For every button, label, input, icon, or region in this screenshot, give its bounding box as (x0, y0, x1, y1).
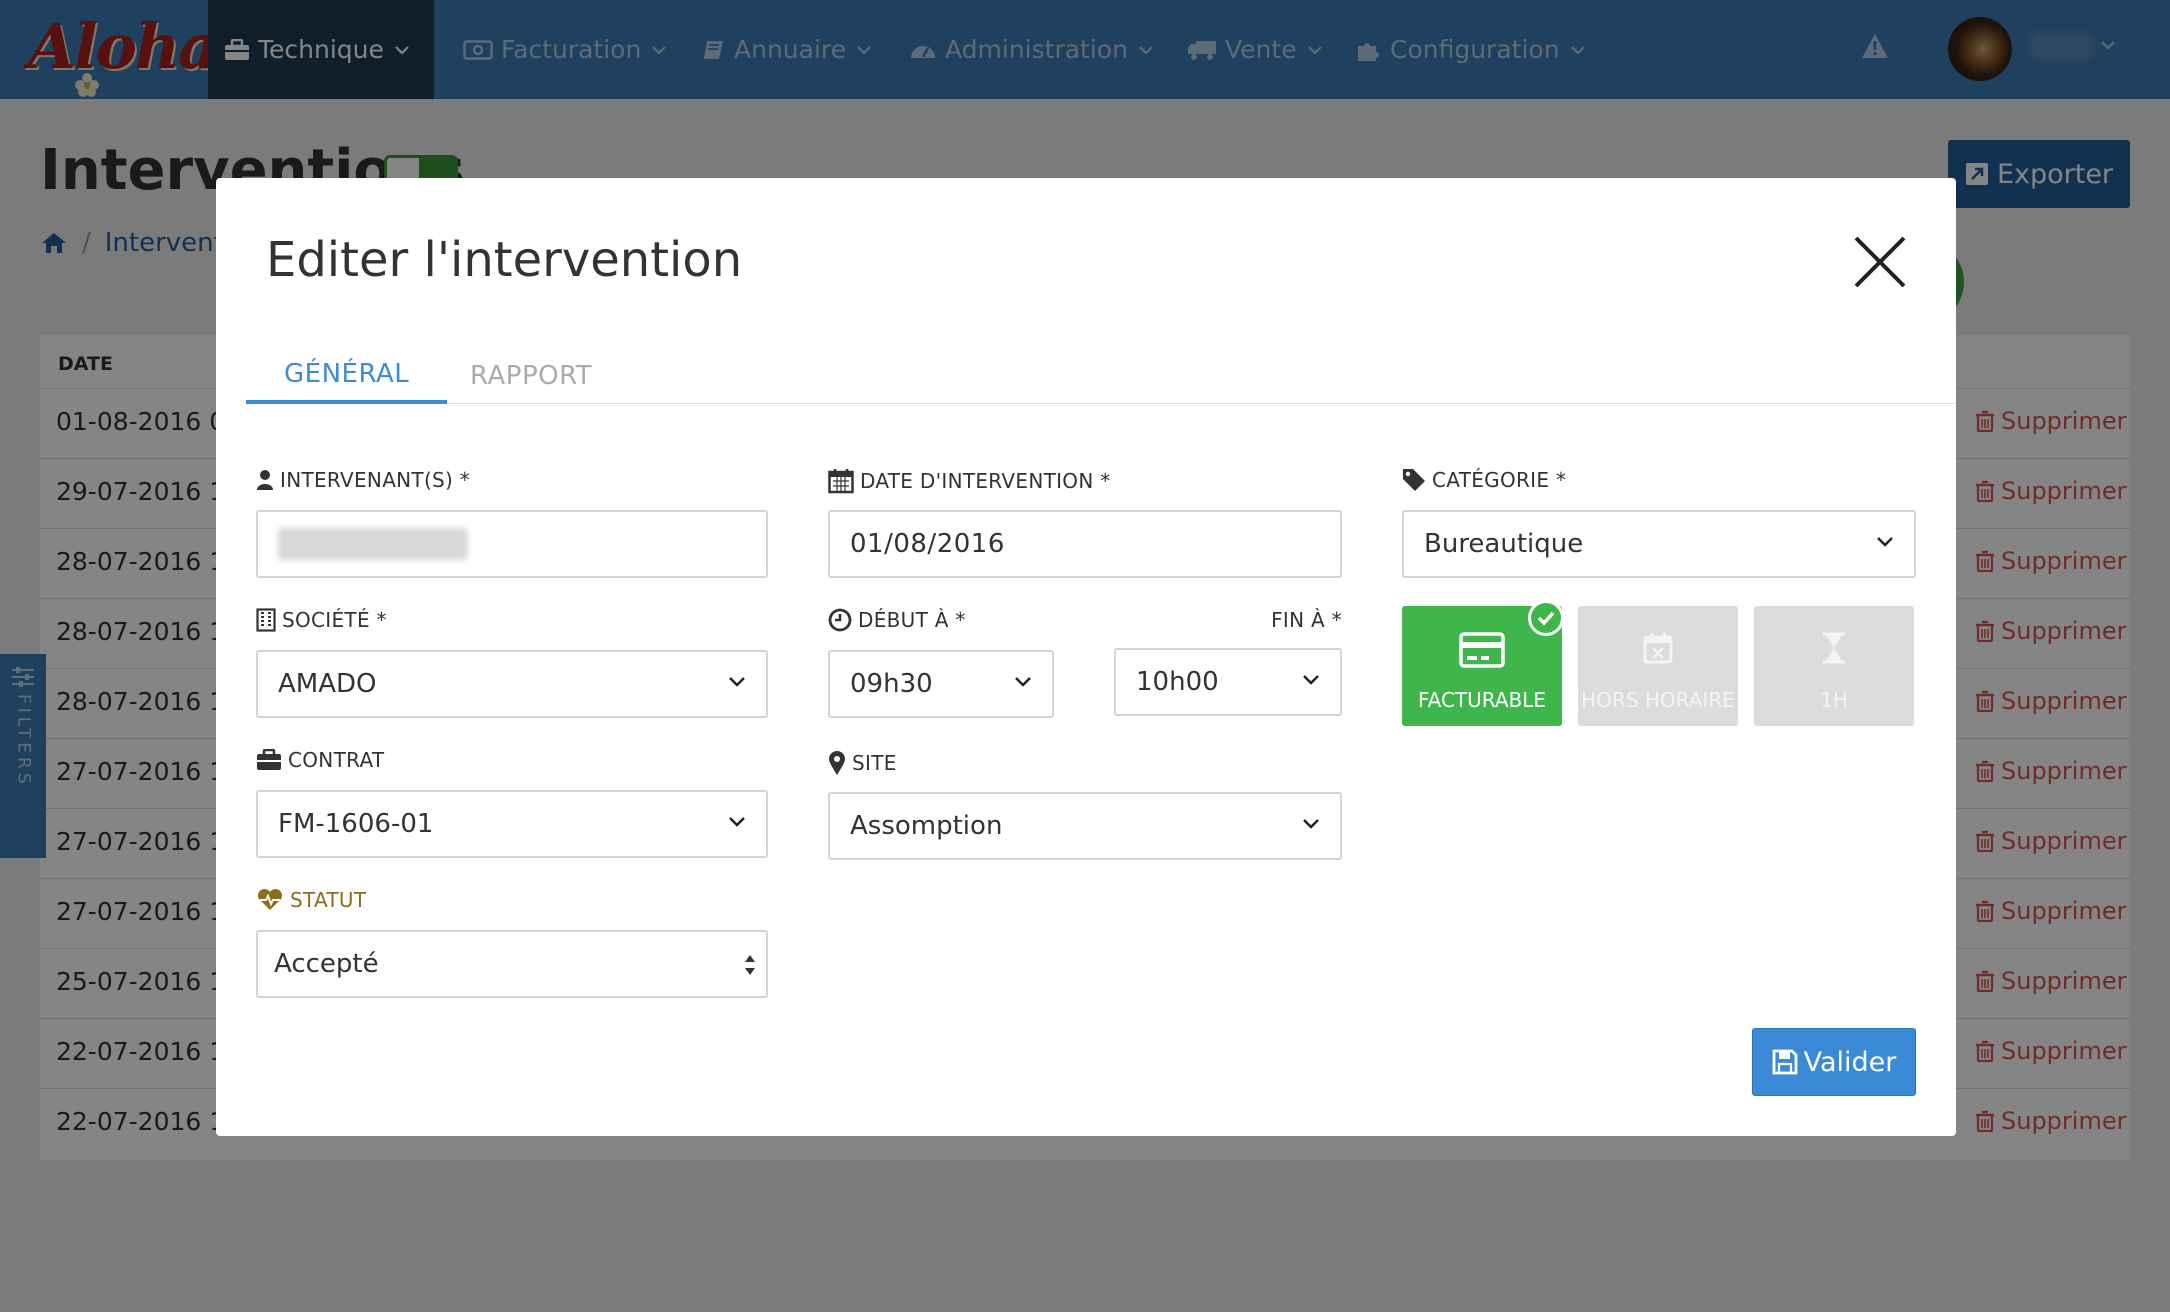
sort-arrows-icon (745, 955, 755, 975)
calendar-times-icon (1643, 633, 1673, 664)
statut-select[interactable]: Accepté (256, 930, 768, 998)
date-value: 01/08/2016 (850, 529, 1005, 559)
checkmark-icon (1528, 600, 1564, 636)
intervenants-label-group: INTERVENANT(S) * (256, 468, 470, 492)
option-1h[interactable]: 1H (1754, 606, 1914, 726)
site-label-group: SITE (828, 750, 897, 776)
categorie-label: CATÉGORIE * (1432, 468, 1567, 492)
credit-card-icon (1459, 632, 1505, 668)
contrat-value: FM-1606-01 (278, 809, 434, 839)
societe-label: SOCIÉTÉ * (282, 608, 387, 632)
intervenants-label: INTERVENANT(S) * (280, 468, 471, 492)
chevron-down-icon (729, 677, 745, 687)
chevron-down-icon (729, 817, 745, 827)
fin-label: FIN À * (1271, 608, 1342, 632)
categorie-label-group: CATÉGORIE * (1402, 468, 1566, 492)
chevron-down-icon (1303, 819, 1319, 829)
tab-rapport[interactable]: RAPPORT (432, 348, 630, 404)
debut-label-group: DÉBUT À * (828, 608, 966, 632)
date-label: DATE D'INTERVENTION * (860, 469, 1111, 493)
debut-select[interactable]: 09h30 (828, 650, 1054, 718)
fin-label-group: FIN À * (1216, 608, 1342, 632)
categorie-value: Bureautique (1424, 529, 1584, 559)
contrat-label-group: CONTRAT (256, 748, 384, 772)
submit-label: Valider (1803, 1046, 1897, 1078)
heartbeat-icon (257, 888, 283, 910)
save-icon (1772, 1049, 1798, 1075)
intervenant-name-blurred (278, 528, 468, 560)
briefcase-icon (257, 749, 281, 770)
building-icon (256, 608, 276, 632)
contrat-label: CONTRAT (288, 748, 385, 772)
modal-title: Editer l'intervention (266, 232, 743, 288)
option-hors-horaire[interactable]: HORS HORAIRE (1578, 606, 1738, 726)
hourglass-icon (1823, 632, 1845, 664)
chevron-down-icon (1015, 677, 1031, 687)
site-select[interactable]: Assomption (828, 792, 1342, 860)
modal-tabs: GÉNÉRAL RAPPORT (246, 348, 1956, 404)
societe-select[interactable]: AMADO (256, 650, 768, 718)
option-facturable-label: FACTURABLE (1417, 688, 1547, 712)
debut-value: 09h30 (850, 669, 933, 699)
chevron-down-icon (1303, 675, 1319, 685)
contrat-select[interactable]: FM-1606-01 (256, 790, 768, 858)
chevron-down-icon (1877, 537, 1893, 547)
societe-label-group: SOCIÉTÉ * (256, 608, 387, 632)
date-label-group: DATE D'INTERVENTION * (828, 468, 1111, 494)
statut-label: STATUT (290, 888, 367, 912)
site-value: Assomption (850, 811, 1003, 841)
fin-select[interactable]: 10h00 (1114, 648, 1342, 716)
user-icon (257, 470, 273, 490)
site-label: SITE (852, 751, 897, 775)
map-marker-icon (829, 751, 845, 775)
tag-icon (1403, 469, 1425, 491)
societe-value: AMADO (278, 669, 377, 699)
debut-label: DÉBUT À * (858, 608, 966, 632)
clock-icon (828, 608, 852, 632)
option-1h-label: 1H (1820, 688, 1848, 712)
option-hors-horaire-label: HORS HORAIRE (1581, 688, 1735, 712)
close-icon[interactable] (1852, 234, 1908, 290)
submit-button[interactable]: Valider (1752, 1028, 1916, 1096)
edit-intervention-modal: Editer l'intervention GÉNÉRAL RAPPORT IN… (216, 178, 1956, 1136)
date-input[interactable]: 01/08/2016 (828, 510, 1342, 578)
tab-general[interactable]: GÉNÉRAL (246, 348, 448, 404)
calendar-icon (828, 469, 854, 494)
statut-value: Accepté (274, 949, 379, 979)
fin-value: 10h00 (1136, 667, 1219, 697)
categorie-select[interactable]: Bureautique (1402, 510, 1916, 578)
intervenants-field[interactable] (256, 510, 768, 578)
statut-label-group: STATUT (256, 888, 366, 912)
